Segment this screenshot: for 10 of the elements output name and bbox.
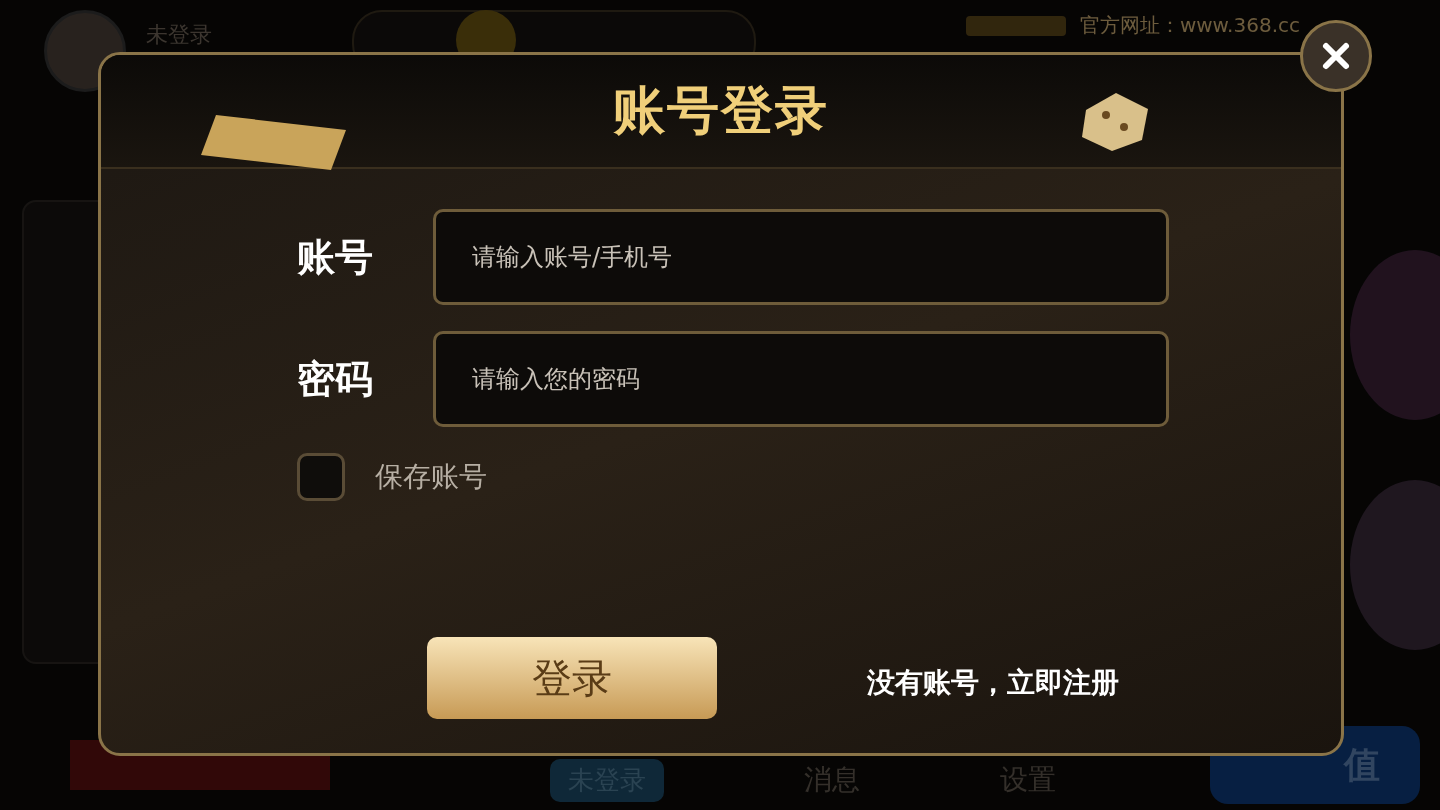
input-field[interactable]: 请输入账号/手机号: [433, 209, 1169, 305]
login-button[interactable]: 登录: [427, 637, 717, 719]
register-link[interactable]: 没有账号，立即注册: [867, 664, 1119, 702]
checkbox[interactable]: [297, 453, 345, 501]
dialog-title: 账号登录: [613, 79, 829, 142]
input-field[interactable]: 请输入您的密码: [433, 331, 1169, 427]
site-url: 官方网址：www.368.cc: [1079, 11, 1300, 39]
field-label: 账号: [297, 233, 374, 281]
checkbox-label: 保存账号: [375, 459, 487, 495]
field-label: 密码: [297, 355, 374, 403]
